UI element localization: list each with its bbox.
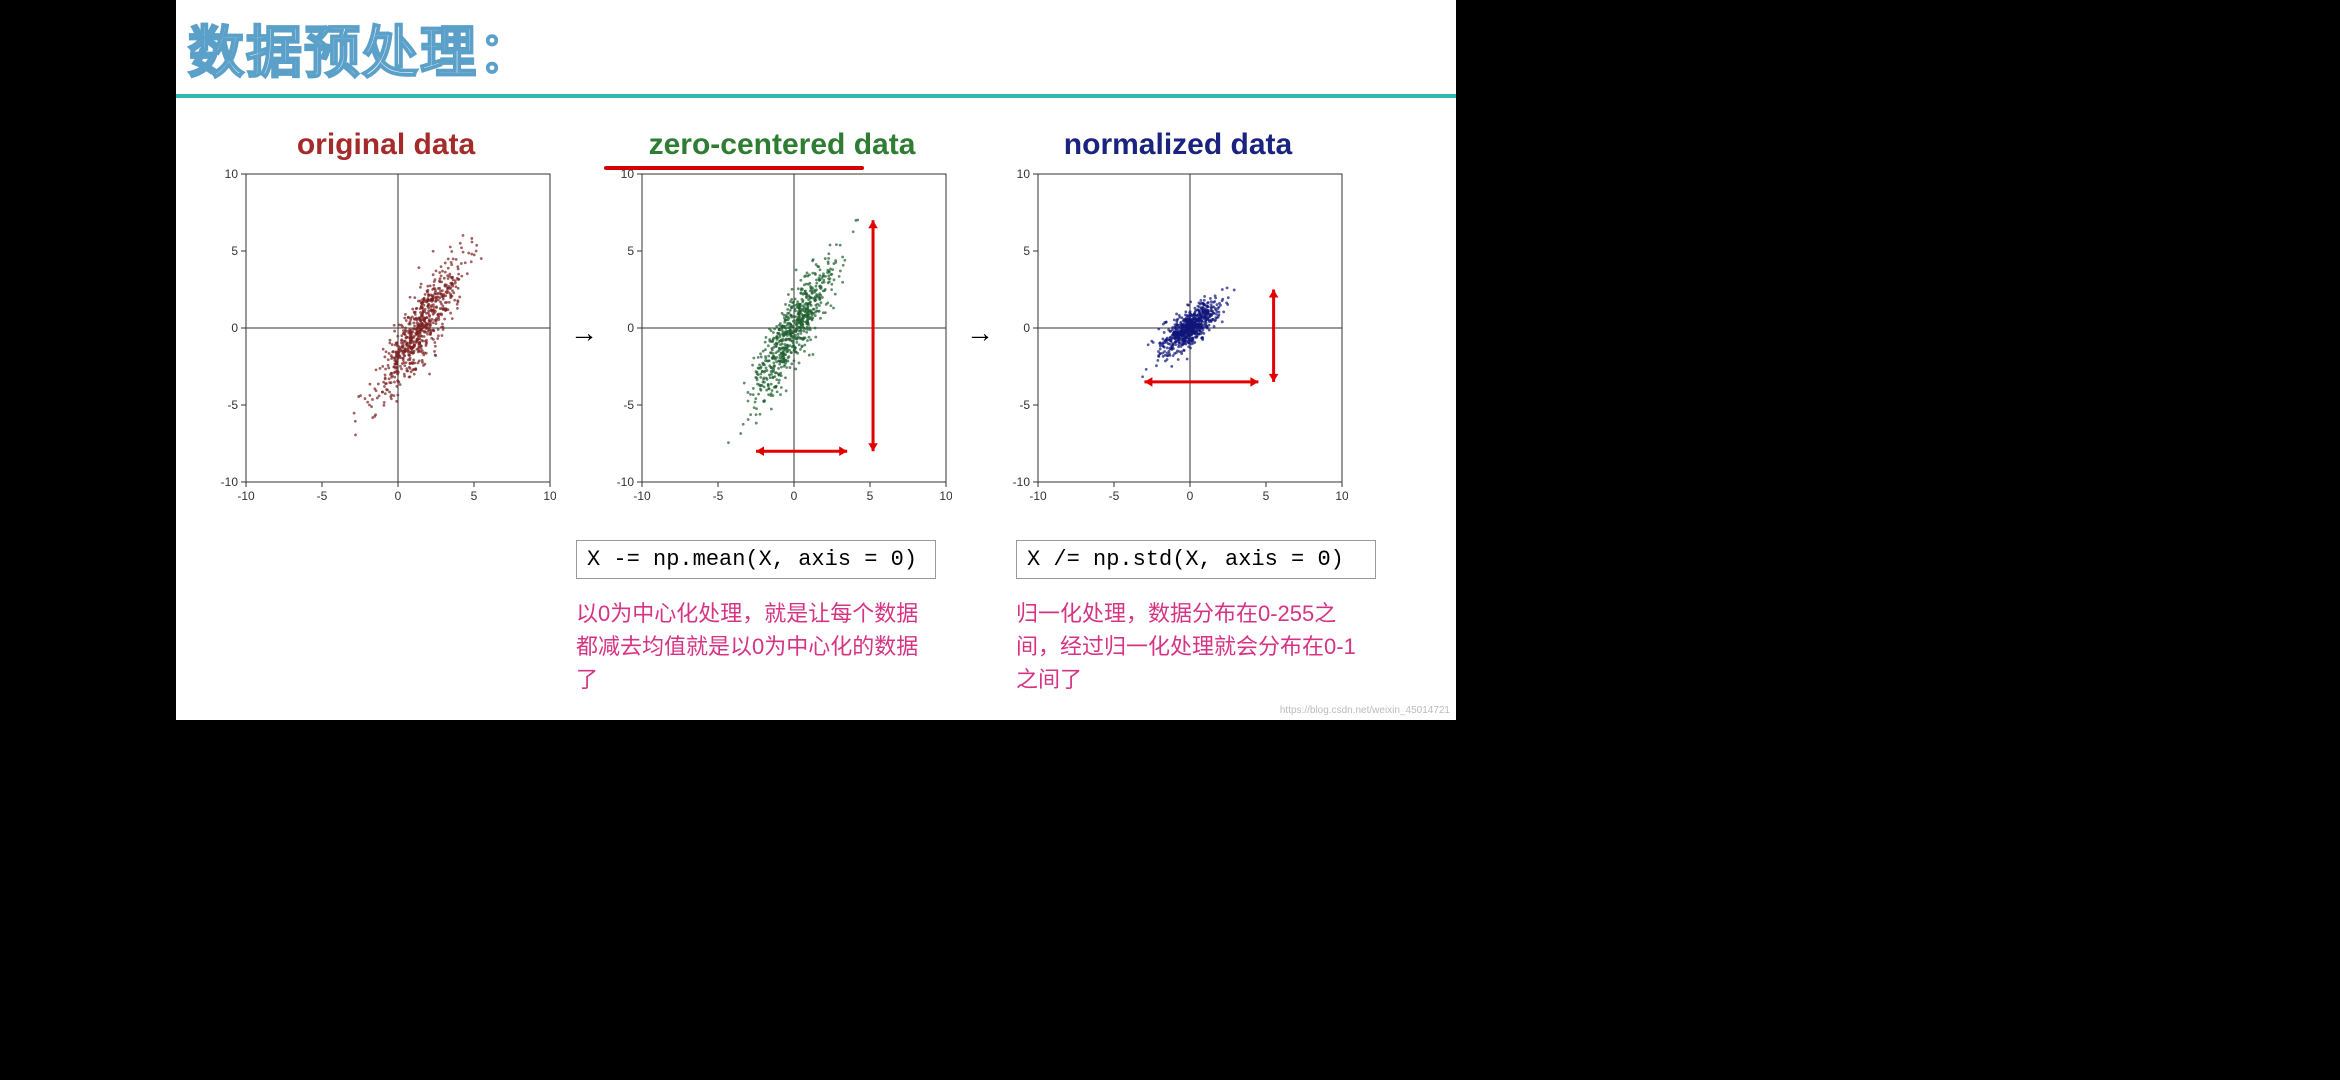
chart-title-centered: zero-centered data	[649, 128, 916, 162]
scatter-original: -10 -5 0 5 10 -10 -5 0 5 10	[216, 168, 556, 508]
title-divider	[176, 94, 1456, 98]
note-center: 以0为中心化处理，就是让每个数据都减去均值就是以0为中心化的数据了	[576, 597, 936, 696]
svg-text:0: 0	[231, 321, 238, 335]
svg-text:-10: -10	[1013, 475, 1031, 489]
code-col-center: X -= np.mean(X, axis = 0) 以0为中心化处理，就是让每个…	[576, 540, 936, 696]
svg-text:0: 0	[791, 489, 798, 503]
svg-text:-5: -5	[227, 398, 238, 412]
watermark-text: https://blog.csdn.net/weixin_45014721	[1280, 705, 1450, 716]
scatter-centered: -10-50510-10-50510	[612, 168, 952, 508]
svg-text:10: 10	[1335, 489, 1348, 503]
svg-text:-10: -10	[1029, 489, 1047, 503]
svg-text:-10: -10	[633, 489, 651, 503]
svg-text:0: 0	[1187, 489, 1194, 503]
svg-text:5: 5	[1263, 489, 1270, 503]
code-col-norm: X /= np.std(X, axis = 0) 归一化处理，数据分布在0-25…	[1016, 540, 1376, 696]
svg-text:10: 10	[225, 168, 239, 181]
svg-text:5: 5	[231, 244, 238, 258]
svg-text:0: 0	[627, 321, 634, 335]
svg-text:-10: -10	[237, 489, 255, 503]
svg-text:0: 0	[1023, 321, 1030, 335]
slide: 数据预处理： original data -10 -5 0 5 10 -10 -5 0 5 10 …	[176, 0, 1456, 720]
code-snippet-center: X -= np.mean(X, axis = 0)	[576, 540, 936, 579]
chart-title-normalized: normalized data	[1064, 128, 1292, 162]
chart-col-centered: zero-centered data -10-50510-10-50510	[612, 128, 952, 508]
svg-text:-10: -10	[617, 475, 635, 489]
slide-title: 数据预处理：	[188, 8, 536, 89]
arrow-icon: →	[966, 317, 994, 349]
svg-text:5: 5	[627, 244, 634, 258]
chart-col-original: original data -10 -5 0 5 10 -10 -5 0 5 10	[216, 128, 556, 508]
figure-row: original data -10 -5 0 5 10 -10 -5 0 5 10 → zero-…	[216, 128, 1416, 538]
svg-text:-10: -10	[221, 475, 239, 489]
svg-text:5: 5	[471, 489, 478, 503]
chart-col-normalized: normalized data -10 -5 0 5 10 -10 -5 0 5 10	[1008, 128, 1348, 508]
chart-title-original: original data	[297, 128, 475, 162]
note-norm: 归一化处理，数据分布在0-255之间，经过归一化处理就会分布在0-1之间了	[1016, 597, 1376, 696]
scatter-normalized: -10 -5 0 5 10 -10 -5 0 5 10	[1008, 168, 1348, 508]
svg-text:5: 5	[1023, 244, 1030, 258]
svg-text:10: 10	[939, 489, 952, 503]
red-underline-icon	[604, 166, 864, 170]
svg-text:-5: -5	[317, 489, 328, 503]
svg-text:-5: -5	[1109, 489, 1120, 503]
arrow-icon: →	[570, 317, 598, 349]
svg-text:10: 10	[543, 489, 556, 503]
svg-text:0: 0	[395, 489, 402, 503]
code-snippet-norm: X /= np.std(X, axis = 0)	[1016, 540, 1376, 579]
svg-text:-5: -5	[713, 489, 724, 503]
svg-text:10: 10	[1017, 168, 1031, 181]
svg-text:5: 5	[867, 489, 874, 503]
svg-text:-5: -5	[1019, 398, 1030, 412]
svg-text:-5: -5	[623, 398, 634, 412]
